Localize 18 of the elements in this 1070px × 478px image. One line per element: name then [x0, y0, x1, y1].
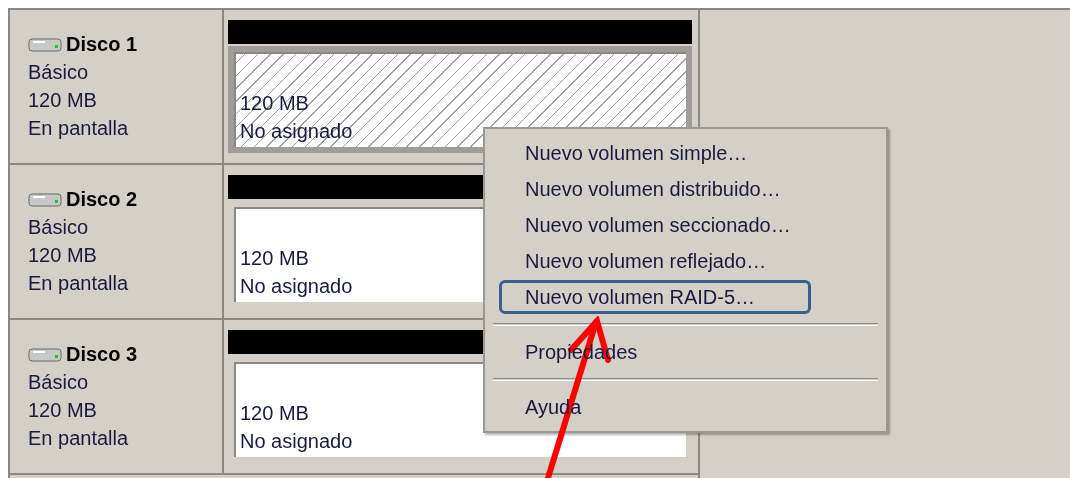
partition-status: No asignado: [240, 119, 353, 144]
partition-size: 120 MB: [240, 246, 309, 271]
disk-status: En pantalla: [28, 116, 130, 141]
partition-status: No asignado: [240, 429, 353, 454]
disk-status: En pantalla: [28, 426, 130, 451]
disk-status: En pantalla: [28, 271, 130, 296]
disk-size: 120 MB: [28, 243, 98, 268]
disk-name: Disco 2: [66, 187, 138, 212]
partition-size: 120 MB: [240, 91, 309, 116]
disk-name: Disco 1: [66, 32, 138, 57]
disk-size: 120 MB: [28, 398, 98, 423]
disk-type: Básico: [28, 370, 90, 395]
disk-type: Básico: [28, 60, 90, 85]
partition-status: No asignado: [240, 274, 353, 299]
disk-size: 120 MB: [28, 88, 98, 113]
disk-type: Básico: [28, 215, 90, 240]
disk-name: Disco 3: [66, 342, 138, 367]
partition-size: 120 MB: [240, 401, 309, 426]
